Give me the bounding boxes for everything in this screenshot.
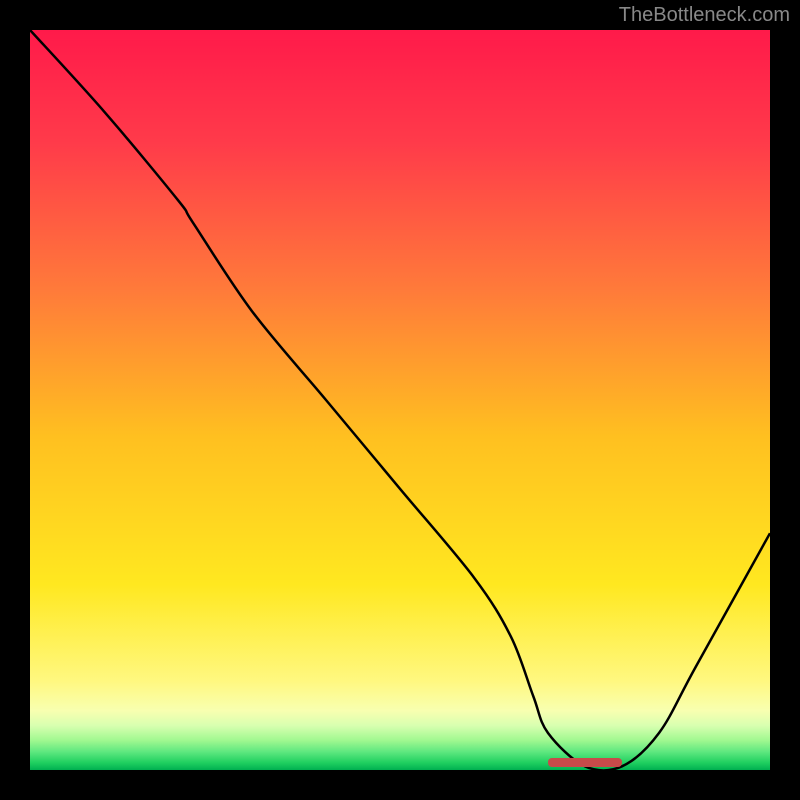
- optimal-zone-marker: [548, 758, 622, 767]
- watermark-text: TheBottleneck.com: [619, 4, 790, 27]
- bottleneck-curve: [30, 30, 770, 770]
- plot-area: [30, 30, 770, 770]
